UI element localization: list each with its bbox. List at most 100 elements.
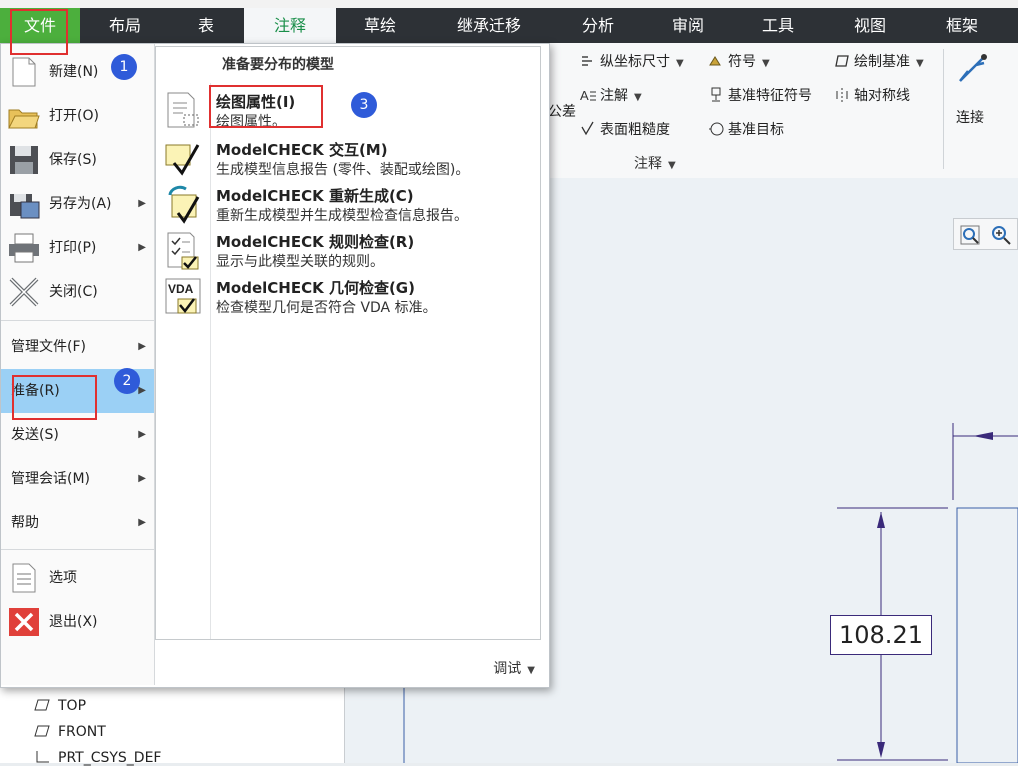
file-menu-command-list: 新建(N) 打开(O) 保存(S) 另存为(A) ▶ 打印(P) ▶ 关闭(C)… xyxy=(1,44,155,685)
menu-label: 退出(X) xyxy=(49,614,98,630)
submenu-item-desc: 生成模型信息报告 (零件、装配或绘图)。 xyxy=(216,162,470,178)
datum-feature-icon xyxy=(711,87,721,102)
menu-close[interactable]: 关闭(C) xyxy=(1,270,154,314)
menu-help[interactable]: 帮助 ▶ xyxy=(1,501,154,545)
menu-open[interactable]: 打开(O) xyxy=(1,94,154,138)
submenu-header: 准备要分布的模型 xyxy=(222,57,334,73)
exit-icon xyxy=(9,608,39,636)
datum-feature-symbol-button[interactable]: 基准特征符号 xyxy=(708,85,812,105)
prepare-submenu: 准备要分布的模型 绘图属性(I) 绘图属性。 ModelCHECK 交互(M) … xyxy=(155,46,541,640)
symbol-icon xyxy=(709,56,721,66)
tab-table[interactable]: 表 xyxy=(170,8,242,43)
ordinate-dimension-label: 纵坐标尺寸 xyxy=(600,54,670,70)
tree-item-label: FRONT xyxy=(58,724,106,740)
zoom-fit-icon[interactable] xyxy=(960,225,980,245)
annotation-box-drawing-properties xyxy=(209,85,323,128)
submenu-item-title: ModelCHECK 重新生成(C) xyxy=(216,187,414,205)
submenu-item-desc: 重新生成模型并生成模型检查信息报告。 xyxy=(216,208,468,224)
ordinate-dimension-icon xyxy=(582,56,592,66)
annotation-box-prepare xyxy=(12,375,97,420)
connect-button[interactable]: 连接 xyxy=(950,49,996,129)
printer-icon xyxy=(9,233,39,263)
submenu-item-desc: 检查模型几何是否符合 VDA 标准。 xyxy=(216,300,437,316)
menu-print[interactable]: 打印(P) ▶ xyxy=(1,226,154,270)
step-badge-1: 1 xyxy=(111,54,137,80)
menu-options[interactable]: 选项 xyxy=(1,556,154,600)
connect-icon xyxy=(959,54,987,82)
tolerance-label: 公差 xyxy=(548,104,576,120)
debug-dropdown[interactable]: 调试 ▼ xyxy=(493,658,535,678)
surface-roughness-button[interactable]: 表面粗糙度 xyxy=(580,119,670,139)
submenu-arrow-icon: ▶ xyxy=(138,385,146,396)
menu-label: 帮助 xyxy=(11,515,39,531)
tab-legacy-migration[interactable]: 继承迁移 xyxy=(436,8,542,43)
datum-plane-icon xyxy=(835,55,849,67)
debug-label: 调试 xyxy=(493,661,522,677)
save-disk-icon xyxy=(10,146,38,174)
draw-datum-label: 绘制基准 xyxy=(854,54,910,70)
options-list-icon xyxy=(12,563,36,593)
file-menu: 新建(N) 打开(O) 保存(S) 另存为(A) ▶ 打印(P) ▶ 关闭(C)… xyxy=(0,43,550,688)
menu-manage-file[interactable]: 管理文件(F) ▶ xyxy=(1,325,154,369)
zoom-in-icon[interactable] xyxy=(990,224,1012,246)
part-edge xyxy=(956,507,1018,763)
chevron-down-icon: ▼ xyxy=(527,665,535,676)
save-as-icon xyxy=(10,194,40,219)
annotation-group-label[interactable]: 注释 ▼ xyxy=(634,153,676,173)
connect-label: 连接 xyxy=(956,110,984,126)
tab-sketch[interactable]: 草绘 xyxy=(340,8,420,43)
menu-save-as[interactable]: 另存为(A) ▶ xyxy=(1,182,154,226)
menu-separator xyxy=(1,549,154,550)
graphics-toolbar xyxy=(953,218,1018,250)
annotation-box-file-tab xyxy=(10,9,68,55)
axis-symmetry-button[interactable]: 轴对称线 xyxy=(834,85,910,105)
submenu-modelcheck-interactive[interactable]: ModelCHECK 交互(M) 生成模型信息报告 (零件、装配或绘图)。 xyxy=(164,139,534,181)
draw-datum-button[interactable]: 绘制基准 ▼ xyxy=(834,51,924,71)
tree-item-front[interactable]: FRONT xyxy=(34,724,106,740)
surface-roughness-label: 表面粗糙度 xyxy=(600,122,670,138)
tolerance-button[interactable]: 公差 xyxy=(548,101,576,121)
submenu-item-desc: 显示与此模型关联的规则。 xyxy=(216,254,384,270)
menu-manage-session[interactable]: 管理会话(M) ▶ xyxy=(1,457,154,501)
menu-exit[interactable]: 退出(X) xyxy=(1,600,154,644)
note-icon: A xyxy=(580,88,596,103)
symbol-button[interactable]: 符号 ▼ xyxy=(708,51,770,71)
datum-feature-symbol-label: 基准特征符号 xyxy=(728,88,812,104)
axis-symmetry-label: 轴对称线 xyxy=(854,88,910,104)
dimension-value[interactable]: 108.21 xyxy=(830,615,932,655)
menu-label: 新建(N) xyxy=(49,64,99,80)
note-label: 注解 xyxy=(600,88,628,104)
modelcheck-regenerate-icon xyxy=(168,185,200,224)
tree-item-top[interactable]: TOP xyxy=(34,698,86,714)
tree-item-label: TOP xyxy=(58,698,87,714)
submenu-modelcheck-regenerate[interactable]: ModelCHECK 重新生成(C) 重新生成模型并生成模型检查信息报告。 xyxy=(164,185,534,227)
file-menu-footer: 调试 ▼ xyxy=(155,642,549,686)
step-badge-3: 3 xyxy=(351,92,377,118)
menu-label: 管理文件(F) xyxy=(11,339,86,355)
submenu-arrow-icon: ▶ xyxy=(138,198,146,209)
close-x-icon xyxy=(9,277,39,307)
tab-view[interactable]: 视图 xyxy=(830,8,910,43)
ribbon-separator xyxy=(943,49,944,169)
datum-plane-icon xyxy=(34,725,50,737)
tab-tools[interactable]: 工具 xyxy=(740,8,816,43)
tab-annotate[interactable]: 注释 xyxy=(244,8,336,43)
submenu-modelcheck-rule-check[interactable]: ModelCHECK 规则检查(R) 显示与此模型关联的规则。 xyxy=(164,231,534,273)
note-button[interactable]: A 注解 ▼ xyxy=(580,85,642,105)
modelcheck-rule-check-icon xyxy=(167,232,199,270)
menu-label: 选项 xyxy=(49,570,77,586)
menu-save[interactable]: 保存(S) xyxy=(1,138,154,182)
tab-frame[interactable]: 框架 xyxy=(922,8,1002,43)
chevron-down-icon: ▼ xyxy=(916,58,924,69)
submenu-modelcheck-geometry-check[interactable]: VDA ModelCHECK 几何检查(G) 检查模型几何是否符合 VDA 标准… xyxy=(164,277,534,319)
dimension-arrow xyxy=(973,432,993,440)
ordinate-dimension-button[interactable]: 纵坐标尺寸 ▼ xyxy=(580,51,684,71)
menu-separator xyxy=(1,320,154,321)
submenu-item-title: ModelCHECK 交互(M) xyxy=(216,141,388,159)
tab-review[interactable]: 审阅 xyxy=(650,8,726,43)
tab-layout[interactable]: 布局 xyxy=(90,8,160,43)
datum-target-button[interactable]: 基准目标 xyxy=(708,119,784,139)
submenu-arrow-icon: ▶ xyxy=(138,473,146,484)
tree-item-csys[interactable]: PRT_CSYS_DEF xyxy=(34,750,161,766)
tab-analysis[interactable]: 分析 xyxy=(560,8,636,43)
